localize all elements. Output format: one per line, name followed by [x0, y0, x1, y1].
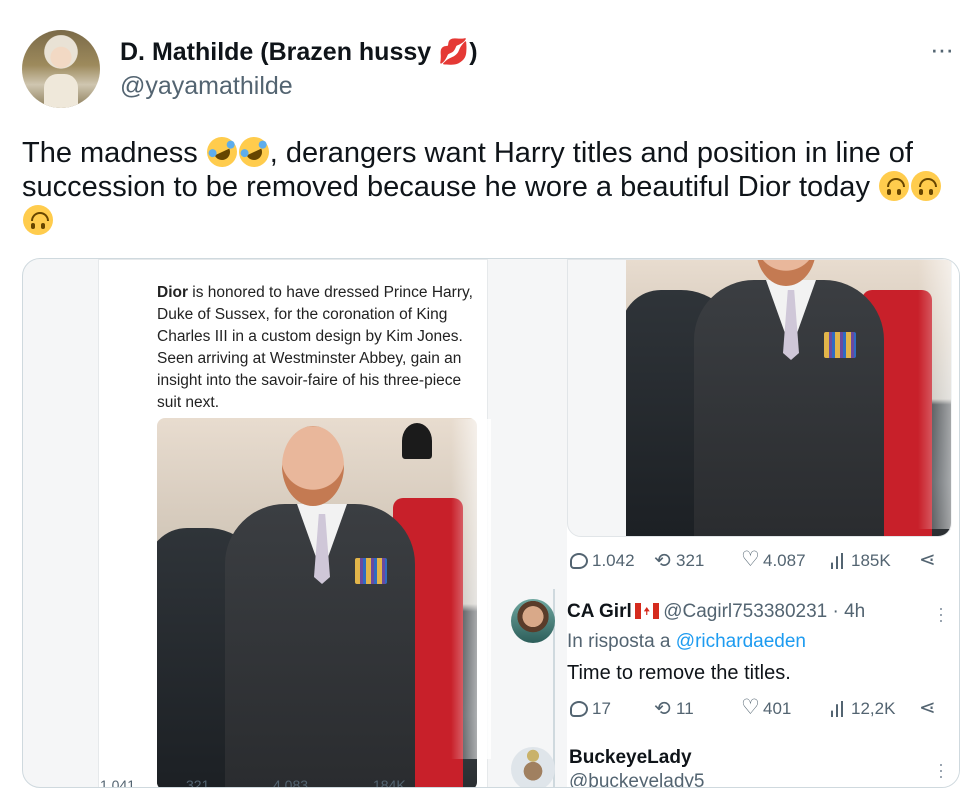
tweet-text: The madness , derangers want Harry title…: [22, 132, 962, 238]
more-options-button[interactable]: ···: [930, 34, 954, 65]
reply2-more-button[interactable]: · · ·: [937, 755, 945, 785]
retweet-count: 11: [676, 699, 694, 718]
like-stat[interactable]: 401: [741, 695, 792, 720]
dior-brand: Dior: [157, 284, 188, 301]
heart-icon: [741, 695, 760, 720]
retweet-icon: [654, 548, 672, 573]
rofl-emoji: [201, 132, 242, 172]
tweet-text-part1: The madness: [22, 137, 206, 169]
retweet-stat[interactable]: 321: [654, 548, 705, 573]
media-attachment[interactable]: Dior is honored to have dressed Prince H…: [22, 258, 960, 788]
views-icon: [831, 701, 843, 717]
reply-stat[interactable]: 1.042: [570, 551, 635, 571]
cut-stat-retweets: 321: [186, 777, 210, 788]
reply1-meta[interactable]: @Cagirl753380231 · 4h: [663, 601, 865, 622]
rofl-emoji: [233, 132, 274, 172]
reply-stat[interactable]: 17: [570, 699, 611, 719]
view-count: 12,2K: [851, 699, 896, 718]
share-button[interactable]: [919, 547, 937, 572]
reply-count: 17: [592, 699, 611, 718]
reply1-header: CA Girl @Cagirl753380231 · 4h: [567, 601, 865, 623]
like-stat[interactable]: 4.087: [741, 547, 806, 572]
author-name[interactable]: D. Mathilde (Brazen hussy 💋): [120, 38, 478, 67]
quoted-photo: [567, 259, 952, 537]
retweet-icon: [654, 696, 672, 721]
reply1-in-reply-to: In risposta a @richardaeden: [567, 631, 806, 653]
embedded-post-screenshot: Dior is honored to have dressed Prince H…: [98, 259, 488, 787]
canada-flag-icon: [634, 603, 659, 619]
cut-stat-replies: 1.041: [100, 777, 136, 788]
upside-down-face-emoji: [879, 171, 909, 201]
retweet-count: 321: [676, 551, 705, 570]
heart-icon: [741, 547, 760, 572]
reply1-more-button[interactable]: · · ·: [937, 599, 945, 629]
reply-count: 1.042: [592, 551, 635, 570]
harry-photo: [157, 418, 477, 787]
view-count: 185K: [851, 551, 891, 570]
embedded-post-stats-cut: 1.041 321 4.083 184K: [98, 775, 488, 788]
dior-caption: Dior is honored to have dressed Prince H…: [157, 282, 487, 414]
author-handle[interactable]: @yayamathilde: [120, 72, 293, 101]
cut-stat-likes: 4.083: [273, 777, 309, 788]
upside-down-face-emoji: [23, 205, 53, 235]
reply-avatar-ca-girl[interactable]: [511, 599, 555, 643]
reply2-handle[interactable]: @buckeyelady5: [569, 771, 704, 787]
dior-caption-text: is honored to have dressed Prince Harry,…: [157, 284, 473, 411]
reply-avatar-buckeyelady[interactable]: [511, 747, 555, 787]
share-icon: [919, 547, 937, 572]
reply1-name[interactable]: CA Girl: [567, 601, 632, 622]
reply2-name[interactable]: BuckeyeLady: [569, 747, 692, 769]
like-count: 4.087: [763, 551, 806, 570]
cut-stat-views: 184K: [373, 777, 406, 788]
retweet-stat[interactable]: 11: [654, 696, 694, 721]
reply-icon: [570, 553, 588, 569]
reply-icon: [570, 701, 588, 717]
upside-down-face-emoji: [911, 171, 941, 201]
like-count: 401: [763, 699, 792, 718]
views-stat[interactable]: 12,2K: [831, 699, 895, 719]
quoted-stats-row: 1.042 321 4.087 185K: [567, 547, 959, 575]
share-icon: [919, 695, 937, 720]
in-reply-prefix: In risposta a: [567, 631, 676, 652]
views-icon: [831, 553, 843, 569]
in-reply-link[interactable]: @richardaeden: [676, 631, 806, 652]
author-avatar[interactable]: [22, 30, 100, 108]
reply1-body: Time to remove the titles.: [567, 662, 791, 684]
reply1-stats-row: 17 11 401 12,2K: [567, 695, 959, 723]
views-stat[interactable]: 185K: [831, 551, 891, 571]
share-button[interactable]: [919, 695, 937, 720]
